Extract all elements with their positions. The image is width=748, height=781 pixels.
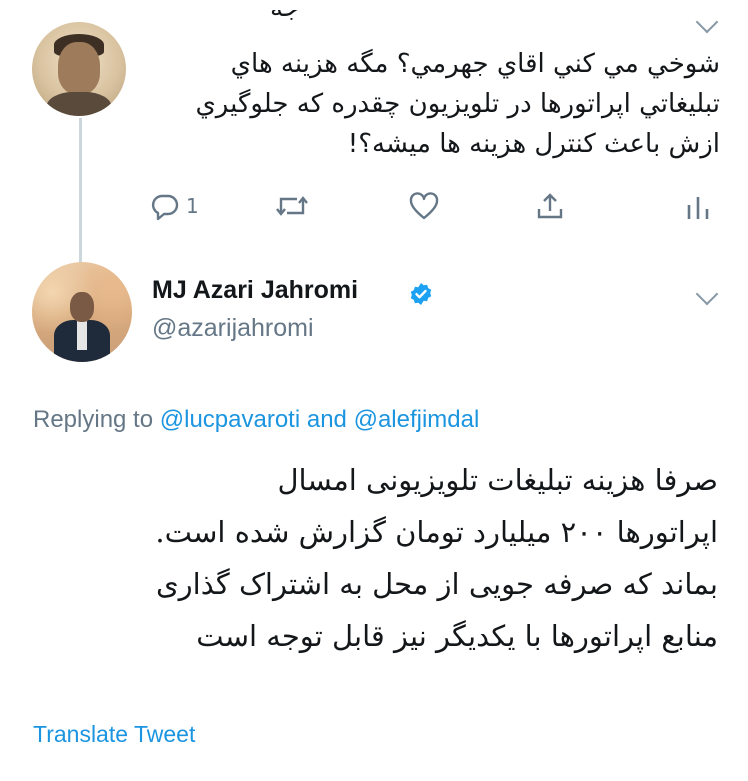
parent-tweet-actions: 1 [150,186,720,226]
parent-author-name-cutoff: جه [150,10,300,40]
analytics-icon [687,197,709,219]
tweet-text-line: صرفا هزینه تبلیغات تلویزیونی امسال [277,463,718,497]
tweet-text-line: اپراتورها ۲۰۰ میلیارد تومان گزارش شده اس… [155,515,718,549]
thread-connector [79,118,82,268]
parent-tweet-text: شوخي مي کني اقاي جهرمي؟ مگه هزينه هاي تب… [195,49,720,159]
tweet-text-line: منابع اپراتورها با یکدیگر نیز قابل توجه … [196,619,718,653]
translate-tweet-link[interactable]: Translate Tweet [33,721,195,748]
share-button[interactable] [535,186,565,226]
parent-avatar[interactable] [32,22,126,116]
tweet-text-line: بماند که صرفه جویی از محل به اشتراک گذار… [155,567,718,601]
mention-link[interactable]: @alefjimdal [354,406,480,433]
retweet-icon [276,196,308,216]
replying-prefix: Replying to [33,406,154,433]
mention-link[interactable]: @lucpavaroti [160,406,300,433]
chevron-down-icon[interactable] [695,10,719,34]
tweet-text: صرفا هزینه تبلیغات تلویزیونی امسال اپرات… [30,454,718,662]
reply-count: 1 [186,194,199,218]
verified-badge-icon [410,283,432,305]
heart-icon [409,192,439,220]
author-display-name[interactable]: MJ Azari Jahromi [152,276,358,305]
author-avatar[interactable] [32,262,132,362]
chevron-down-icon[interactable] [695,282,719,306]
share-icon [537,193,563,219]
reply-button[interactable]: 1 [150,186,199,226]
retweet-button[interactable] [275,186,309,226]
reply-icon [151,194,179,221]
analytics-button[interactable] [685,186,711,226]
and-word: and [306,406,347,433]
author-handle[interactable]: @azarijahromi [152,314,314,343]
replying-to-line: Replying to @lucpavaroti and @alefjimdal [33,406,479,434]
like-button[interactable] [408,186,440,226]
